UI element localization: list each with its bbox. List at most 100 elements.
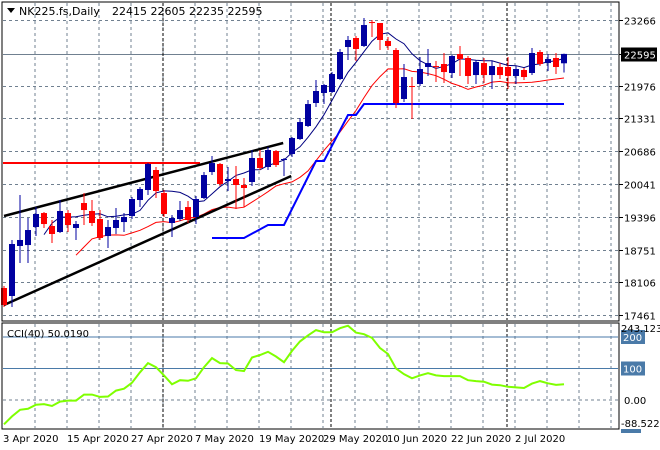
date-tick-label: 27 Apr 2020: [131, 434, 193, 445]
period-separators: [162, 3, 508, 428]
candle-bearish: [161, 192, 167, 214]
candle-bullish: [425, 63, 431, 67]
price-tick-label: 18751: [624, 247, 656, 258]
candle-bearish: [441, 63, 447, 73]
candle-bullish: [73, 224, 79, 228]
date-tick-label: 2 Jul 2020: [515, 434, 565, 445]
candle-bearish: [81, 203, 87, 211]
candle-bullish: [9, 244, 15, 296]
candle-bullish: [417, 69, 423, 84]
date-tick-label: 15 Apr 2020: [67, 434, 129, 445]
candle-bullish: [345, 39, 351, 48]
ohlc-readout: 22415 22605 22235 22595: [112, 5, 262, 18]
candle-bullish: [289, 138, 295, 155]
current-price-label: 22595: [624, 51, 656, 62]
candle-bearish: [233, 179, 239, 186]
candle-bearish: [377, 23, 383, 40]
candle-bullish: [129, 198, 135, 217]
candle-bearish: [497, 66, 503, 76]
candle-bearish: [49, 226, 55, 234]
cci-label: CCI(40) 50.0190: [7, 329, 89, 340]
cci-panel-frame: [1, 322, 620, 430]
candle-bearish: [537, 51, 543, 64]
candle-bullish: [281, 159, 287, 161]
main-panel-frame: [1, 1, 620, 322]
price-tick-label: 20041: [624, 181, 656, 192]
candle-bearish: [185, 207, 191, 220]
candle-bullish: [313, 91, 319, 104]
candle-bullish: [169, 218, 175, 224]
candle-bearish: [481, 63, 487, 76]
candle-bullish: [529, 53, 535, 74]
candle-bullish: [57, 210, 63, 233]
candle-bullish: [17, 239, 23, 246]
candle-bullish: [145, 163, 151, 190]
candle-bearish: [369, 22, 375, 24]
trendline: [3, 141, 284, 218]
date-tick-label: 3 Apr 2020: [3, 434, 58, 445]
candle-bearish: [521, 70, 527, 78]
candle-bullish: [513, 69, 519, 77]
candle-bullish: [193, 198, 199, 217]
candle-bullish: [33, 213, 39, 228]
candle-bearish: [241, 185, 247, 189]
price-tick-label: 18106: [624, 279, 656, 290]
candle-bullish: [177, 210, 183, 220]
candle-bearish: [465, 57, 471, 77]
candle-bullish: [473, 62, 479, 76]
candle-bearish: [97, 219, 103, 239]
triangle-down-icon[interactable]: [7, 8, 15, 13]
candle-bearish: [65, 213, 71, 226]
date-tick-label: 10 Jun 2020: [387, 434, 447, 445]
candle-bullish: [265, 150, 271, 167]
candle-bullish: [337, 51, 343, 80]
candle-bearish: [393, 50, 399, 104]
cci-level-label: 100: [623, 365, 642, 376]
candle-bullish: [489, 66, 495, 76]
price-tick-label: 17461: [624, 312, 656, 323]
cci-max-label: 243.1235: [621, 324, 660, 335]
candle-bullish: [249, 157, 255, 183]
date-tick-label: 19 May 2020: [259, 434, 324, 445]
candle-bullish: [209, 163, 215, 173]
candle-bullish: [401, 77, 407, 99]
candle-bearish: [409, 86, 415, 88]
candle-bullish: [105, 227, 111, 237]
price-tick-label: 19396: [624, 214, 656, 225]
candle-bearish: [153, 170, 159, 192]
candle-bullish: [561, 53, 567, 64]
candle-bearish: [457, 54, 463, 60]
candle-bullish: [297, 122, 303, 140]
candle-bearish: [433, 66, 439, 68]
candle-bullish: [121, 216, 127, 223]
candle-bearish: [217, 163, 223, 184]
candle-bearish: [385, 41, 391, 46]
candle-bullish: [201, 175, 207, 199]
candle-bullish: [137, 189, 143, 201]
candle-bullish: [225, 179, 231, 181]
price-tick-label: 23266: [624, 17, 656, 28]
candle-bullish: [321, 85, 327, 93]
candle-bearish: [41, 213, 47, 225]
date-tick-label: 29 May 2020: [323, 434, 388, 445]
cci-zero-label: 0.00: [624, 396, 646, 407]
candle-bearish: [353, 38, 359, 49]
cci-min-label: -88.5221: [621, 419, 660, 430]
trendline: [3, 174, 292, 307]
symbol-title: NK225.fs,Daily: [19, 5, 100, 18]
candle-bullish: [305, 104, 311, 127]
candle-bearish: [89, 210, 95, 224]
candle-bearish: [553, 57, 559, 67]
candle-bearish: [505, 66, 511, 77]
candle-bullish: [449, 56, 455, 74]
cci-line: [3, 324, 565, 426]
price-tick-label: 21331: [624, 115, 656, 126]
candle-bearish: [273, 151, 279, 166]
candle-bullish: [25, 230, 31, 246]
chart-window[interactable]: 2001000.00243.1235-88.5221 2326622595219…: [0, 0, 660, 450]
candle-bearish: [257, 157, 263, 169]
candle-bullish: [329, 74, 335, 93]
candle-bullish: [361, 25, 367, 46]
date-tick-label: 7 May 2020: [195, 434, 254, 445]
price-tick-label: 21976: [624, 83, 656, 94]
